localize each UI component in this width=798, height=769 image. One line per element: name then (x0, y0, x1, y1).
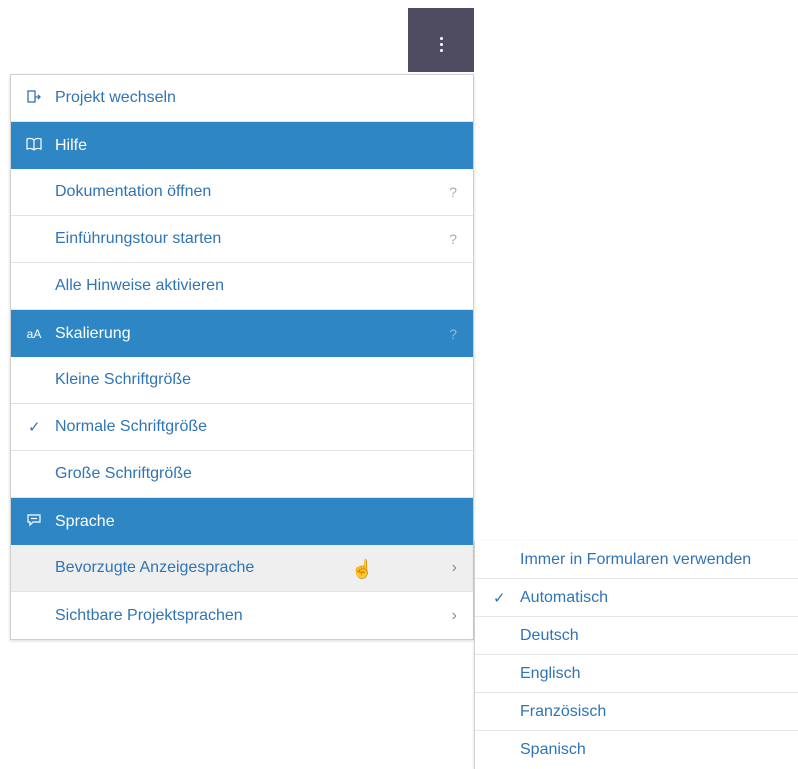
checkmark-icon: ✓ (493, 589, 506, 607)
help-hint-icon[interactable]: ? (449, 231, 457, 247)
menu-item-projekt-wechseln[interactable]: Projekt wechseln (11, 75, 473, 122)
section-header-label: Skalierung (55, 324, 131, 342)
menu-item-label: Normale Schriftgröße (55, 418, 208, 435)
main-menu: Projekt wechseln Hilfe Dokumentation öff… (10, 74, 474, 640)
menu-item-dokumentation-oeffnen[interactable]: Dokumentation öffnen ? (11, 169, 473, 216)
menu-item-normale-schriftgroesse[interactable]: ✓ Normale Schriftgröße (11, 404, 473, 451)
submenu-item-immer-in-formularen[interactable]: Immer in Formularen verwenden (475, 541, 798, 579)
section-header-skalierung: aA Skalierung ? (11, 310, 473, 357)
help-hint-icon[interactable]: ? (449, 184, 457, 200)
chevron-right-icon: › (451, 559, 457, 576)
submenu-item-label: Spanisch (520, 741, 586, 758)
submenu-item-spanisch[interactable]: Spanisch (475, 731, 798, 769)
submenu-item-label: Französisch (520, 702, 607, 720)
menu-item-label: Große Schriftgröße (55, 465, 192, 482)
menu-item-sichtbare-projektsprachen[interactable]: Sichtbare Projektsprachen › (11, 592, 473, 639)
section-header-sprache: Sprache (11, 498, 473, 545)
submenu-item-automatisch[interactable]: ✓ Automatisch (475, 579, 798, 617)
book-icon (25, 137, 43, 154)
menu-item-label: Projekt wechseln (55, 89, 176, 106)
help-hint-icon[interactable]: ? (449, 326, 457, 342)
section-header-hilfe: Hilfe (11, 122, 473, 169)
section-header-label: Sprache (55, 512, 115, 530)
submenu-item-label: Englisch (520, 664, 581, 682)
hand-cursor-icon: ☝ (351, 559, 374, 579)
menu-item-alle-hinweise-aktivieren[interactable]: Alle Hinweise aktivieren (11, 263, 473, 310)
menu-item-einfuehrungstour-starten[interactable]: Einführungstour starten ? (11, 216, 473, 263)
submenu-item-label: Deutsch (520, 626, 579, 644)
menu-item-bevorzugte-anzeigesprache[interactable]: Bevorzugte Anzeigesprache ☝ › (11, 545, 473, 592)
menu-item-kleine-schriftgroesse[interactable]: Kleine Schriftgröße (11, 357, 473, 404)
menu-item-label: Alle Hinweise aktivieren (55, 277, 224, 294)
menu-item-label: Kleine Schriftgröße (55, 371, 192, 388)
speech-bubble-icon (25, 512, 43, 531)
submenu-item-englisch[interactable]: Englisch (475, 655, 798, 693)
more-vertical-icon (439, 36, 443, 52)
font-size-icon: aA (26, 326, 42, 341)
submenu-item-deutsch[interactable]: Deutsch (475, 617, 798, 655)
menu-item-label: Dokumentation öffnen (55, 183, 212, 200)
submenu-item-label: Automatisch (520, 588, 609, 606)
checkmark-icon: ✓ (28, 419, 41, 436)
menu-item-label: Einführungstour starten (55, 230, 222, 247)
submenu-item-franzoesisch[interactable]: Französisch (475, 693, 798, 731)
section-header-label: Hilfe (55, 136, 88, 154)
menu-item-label: Bevorzugte Anzeigesprache (55, 559, 255, 576)
menu-item-label: Sichtbare Projektsprachen (55, 606, 243, 624)
more-options-button[interactable] (408, 8, 474, 72)
chevron-right-icon: › (451, 606, 457, 624)
submenu-item-label: Immer in Formularen verwenden (520, 550, 752, 568)
switch-project-icon (25, 89, 43, 108)
language-submenu: Immer in Formularen verwenden ✓ Automati… (474, 541, 798, 769)
menu-item-grosse-schriftgroesse[interactable]: Große Schriftgröße (11, 451, 473, 498)
